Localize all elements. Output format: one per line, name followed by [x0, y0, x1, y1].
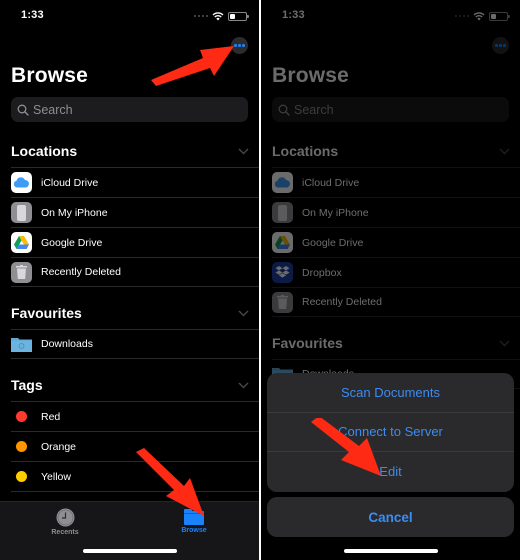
- red-tag-dot-icon: [16, 411, 27, 422]
- tab-label: Recents: [51, 529, 79, 536]
- cancel-button[interactable]: Cancel: [267, 497, 514, 537]
- tab-bar: Recents Browse: [0, 501, 259, 560]
- location-item-google-drive[interactable]: Google Drive: [11, 227, 259, 257]
- home-indicator: [82, 549, 177, 553]
- iphone-icon: [11, 202, 32, 223]
- location-item-on-my-iphone[interactable]: On My iPhone: [11, 197, 259, 227]
- section-title: Favourites: [11, 305, 82, 321]
- tab-recents[interactable]: Recents: [35, 508, 95, 536]
- item-label: Orange: [41, 440, 77, 453]
- tab-label: Browse: [181, 527, 207, 534]
- chevron-down-icon[interactable]: [238, 310, 249, 317]
- clock-icon: [56, 508, 74, 527]
- folder-icon: [184, 509, 204, 525]
- home-indicator: [343, 549, 438, 553]
- orange-tag-dot-icon: [16, 441, 27, 452]
- annotation-arrow-icon: [151, 46, 234, 86]
- favourites-list: Downloads: [11, 329, 259, 359]
- connect-to-server-button[interactable]: Connect to Server: [267, 413, 514, 452]
- left-screen: 1:33 Browse Locations iCloud Drive On My…: [0, 0, 259, 560]
- tab-browse[interactable]: Browse: [164, 508, 224, 534]
- wifi-icon: [212, 12, 224, 21]
- item-label: On My iPhone: [41, 206, 108, 219]
- icloud-icon: [11, 172, 32, 193]
- location-item-recently-deleted[interactable]: Recently Deleted: [11, 257, 259, 287]
- item-label: Google Drive: [41, 236, 103, 249]
- scan-documents-button[interactable]: Scan Documents: [267, 373, 514, 413]
- item-label: Red: [41, 410, 61, 423]
- page-title: Browse: [11, 64, 89, 87]
- battery-icon: [228, 11, 249, 21]
- favourite-item-downloads[interactable]: Downloads: [11, 329, 259, 359]
- tag-item-orange[interactable]: Orange: [11, 431, 259, 461]
- status-time: 1:33: [21, 9, 44, 21]
- status-icons: [194, 11, 249, 21]
- trash-icon: [11, 261, 32, 283]
- section-title: Tags: [11, 377, 43, 393]
- locations-section-header[interactable]: Locations: [11, 140, 259, 162]
- section-title: Locations: [11, 143, 78, 159]
- item-label: Yellow: [41, 470, 71, 483]
- downloads-folder-icon: [11, 334, 32, 355]
- chevron-down-icon[interactable]: [238, 148, 249, 155]
- search-field[interactable]: [11, 97, 248, 122]
- right-screen: 1:33 Browse Locations iCloud Drive On My…: [261, 0, 520, 560]
- tags-section-header[interactable]: Tags: [11, 374, 259, 396]
- chevron-down-icon[interactable]: [238, 382, 249, 389]
- tag-item-yellow[interactable]: Yellow: [11, 461, 259, 491]
- item-label: Downloads: [41, 338, 93, 350]
- signal-icon: [194, 15, 208, 17]
- edit-button[interactable]: Edit: [267, 452, 514, 492]
- action-sheet: Scan Documents Connect to Server Edit: [267, 373, 514, 492]
- item-label: Recently Deleted: [41, 266, 121, 278]
- search-icon: [17, 104, 29, 116]
- status-bar: 1:33: [0, 0, 259, 34]
- search-input[interactable]: [33, 102, 233, 117]
- yellow-tag-dot-icon: [16, 471, 27, 482]
- google-drive-icon: [11, 232, 32, 253]
- item-label: iCloud Drive: [41, 176, 99, 189]
- tag-item-red[interactable]: Red: [11, 401, 259, 431]
- favourites-section-header[interactable]: Favourites: [11, 302, 259, 324]
- more-options-button[interactable]: [231, 37, 248, 54]
- locations-list: iCloud Drive On My iPhone Google Drive R…: [11, 167, 259, 287]
- location-item-icloud-drive[interactable]: iCloud Drive: [11, 167, 259, 197]
